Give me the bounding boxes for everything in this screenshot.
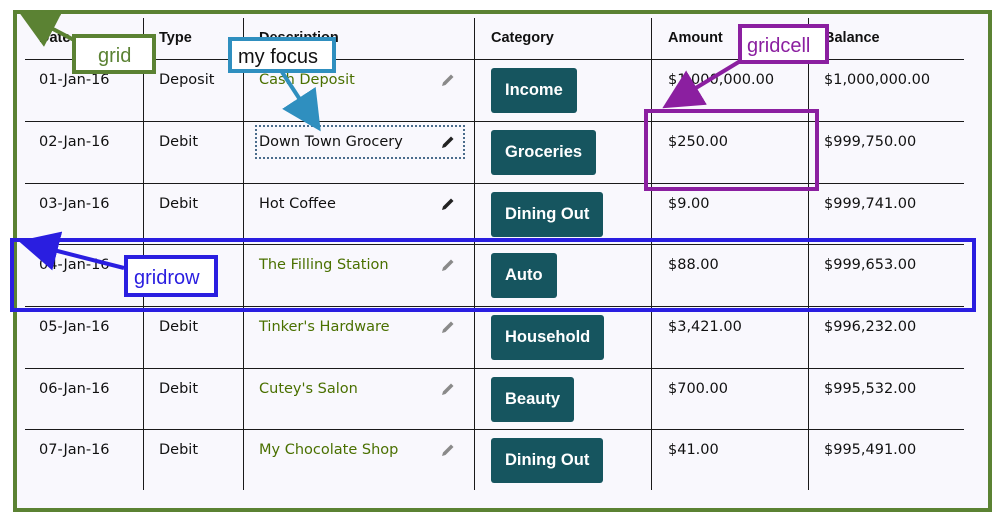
type-cell[interactable]: Debit (159, 134, 198, 150)
amount-cell[interactable]: $88.00 (668, 257, 719, 273)
pencil-icon[interactable] (441, 382, 455, 396)
focus-annotation-label: my focus (228, 37, 336, 73)
balance-cell[interactable]: $1,000,000.00 (824, 72, 930, 88)
row-divider (25, 244, 964, 245)
description-cell-focused[interactable]: Down Town Grocery (259, 134, 403, 150)
column-divider (651, 18, 652, 490)
column-divider (143, 18, 144, 490)
date-cell[interactable]: 05-Jan-16 (39, 319, 110, 335)
row-divider (25, 368, 964, 369)
date-cell[interactable]: 07-Jan-16 (39, 442, 110, 458)
column-header-amount[interactable]: Amount (668, 30, 723, 46)
balance-cell[interactable]: $995,532.00 (824, 381, 916, 397)
column-header-type[interactable]: Type (159, 30, 192, 46)
balance-cell[interactable]: $999,750.00 (824, 134, 916, 150)
pencil-icon[interactable] (441, 197, 455, 211)
date-cell[interactable]: 03-Jan-16 (39, 196, 110, 212)
amount-cell[interactable]: $41.00 (668, 442, 719, 458)
date-cell[interactable]: 01-Jan-16 (39, 72, 110, 88)
type-cell[interactable]: Deposit (159, 72, 214, 88)
type-cell[interactable]: Debit (159, 442, 198, 458)
transactions-grid: Date Type Description Category Amount Ba… (25, 18, 964, 490)
pencil-icon[interactable] (441, 135, 455, 149)
description-cell[interactable]: Cash Deposit (259, 72, 355, 88)
column-divider (474, 18, 475, 490)
date-cell[interactable]: 02-Jan-16 (39, 134, 110, 150)
date-cell[interactable]: 06-Jan-16 (39, 381, 110, 397)
amount-cell[interactable]: $250.00 (668, 134, 728, 150)
category-button[interactable]: Income (491, 68, 577, 113)
amount-cell[interactable]: $3,421.00 (668, 319, 742, 335)
gridcell-annotation-label: gridcell (738, 24, 829, 64)
pencil-icon[interactable] (441, 443, 455, 457)
balance-cell[interactable]: $999,741.00 (824, 196, 916, 212)
row-divider (25, 306, 964, 307)
column-header-category[interactable]: Category (491, 30, 554, 46)
balance-cell[interactable]: $995,491.00 (824, 442, 916, 458)
category-button[interactable]: Groceries (491, 130, 597, 175)
column-divider (808, 18, 809, 490)
description-cell[interactable]: The Filling Station (259, 257, 389, 273)
gridrow-annotation-label: gridrow (124, 255, 218, 297)
balance-cell[interactable]: $996,232.00 (824, 319, 916, 335)
category-button[interactable]: Household (491, 315, 605, 360)
description-cell[interactable]: Hot Coffee (259, 196, 336, 212)
row-divider (25, 121, 964, 122)
description-cell[interactable]: My Chocolate Shop (259, 442, 398, 458)
description-cell[interactable]: Cutey's Salon (259, 381, 358, 397)
type-cell[interactable]: Debit (159, 319, 198, 335)
column-divider (243, 18, 244, 490)
description-cell[interactable]: Tinker's Hardware (259, 319, 390, 335)
row-divider (25, 429, 964, 430)
category-button[interactable]: Beauty (491, 377, 575, 422)
row-divider (25, 183, 964, 184)
grid-annotation-label: grid (72, 34, 156, 74)
balance-cell[interactable]: $999,653.00 (824, 257, 916, 273)
pencil-icon[interactable] (441, 320, 455, 334)
date-cell[interactable]: 04-Jan-16 (39, 257, 110, 273)
type-cell[interactable]: Debit (159, 381, 198, 397)
amount-cell[interactable]: $700.00 (668, 381, 728, 397)
column-header-balance[interactable]: Balance (824, 30, 880, 46)
category-button[interactable]: Dining Out (491, 438, 604, 483)
category-button[interactable]: Auto (491, 253, 557, 298)
column-header-date[interactable]: Date (39, 30, 70, 46)
pencil-icon[interactable] (441, 73, 455, 87)
type-cell[interactable]: Debit (159, 196, 198, 212)
amount-cell[interactable]: $1,000,000.00 (668, 72, 774, 88)
pencil-icon[interactable] (441, 258, 455, 272)
category-button[interactable]: Dining Out (491, 192, 604, 237)
amount-cell[interactable]: $9.00 (668, 196, 710, 212)
